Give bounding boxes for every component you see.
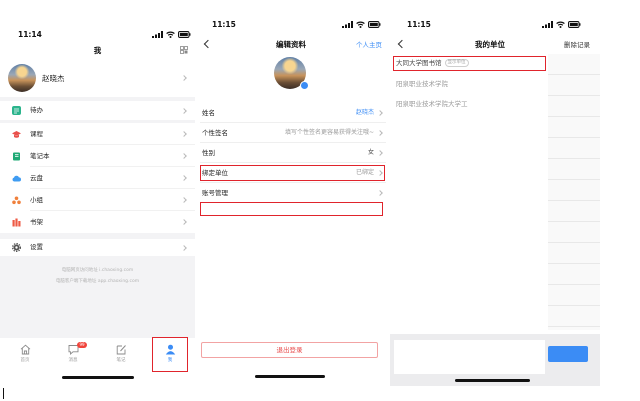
- status-icons: [152, 31, 191, 38]
- graduation-cap-icon: [12, 130, 21, 138]
- cloud-icon: [12, 175, 21, 181]
- chevron-right-icon: [181, 197, 187, 203]
- menu-item-label: 云盘: [30, 174, 43, 182]
- input-area[interactable]: [394, 340, 545, 374]
- status-time: 11:15: [407, 20, 431, 29]
- menu-item-label: 小组: [30, 196, 43, 204]
- bookshelf-icon: [12, 218, 21, 226]
- menu-item-cloud-drive[interactable]: 云盘: [0, 167, 195, 189]
- highlight-box: [200, 165, 385, 181]
- chevron-right-icon: [181, 107, 187, 114]
- row-label: 账号管理: [202, 189, 228, 197]
- menu-item-bookshelf[interactable]: 书架: [0, 211, 195, 233]
- unit-name: 阳泉职业技术学院: [396, 80, 448, 88]
- highlight-box: [393, 56, 546, 71]
- menu-item-group[interactable]: 小组: [0, 189, 195, 211]
- footer-area: 电脑网页访问地址 i.chaoxing.com 电脑客户端下载地址 app.ch…: [0, 256, 195, 338]
- menu-item-settings[interactable]: 设置: [0, 239, 195, 256]
- web-address-text: 电脑网页访问地址 i.chaoxing.com: [61, 268, 134, 273]
- tab-notes[interactable]: 笔记: [101, 340, 141, 372]
- gear-icon: [12, 243, 21, 252]
- menu-item-label: 课程: [30, 130, 43, 138]
- chevron-right-icon: [181, 75, 187, 81]
- chevron-right-icon: [377, 130, 383, 136]
- row-label: 姓名: [202, 109, 215, 117]
- unit-item[interactable]: 阳泉职业技术学院大学工: [393, 95, 546, 114]
- battery-icon: [178, 31, 191, 38]
- chevron-right-icon: [181, 219, 187, 225]
- delete-records-button[interactable]: 删除记录: [564, 39, 590, 49]
- chevron-right-icon: [181, 153, 187, 159]
- signal-icon: [542, 21, 553, 28]
- edit-profile-screen: 11:15 编辑资料 个人主页 姓名 赵晓杰 个性签名 填写个性签名更容易获得关…: [196, 0, 390, 392]
- chevron-right-icon: [377, 150, 383, 156]
- menu-item-label: 设置: [30, 243, 43, 251]
- signal-icon: [152, 31, 163, 38]
- profile-name: 赵晓杰: [42, 74, 65, 83]
- signal-icon: [342, 21, 353, 28]
- me-screen: 11:14 我 赵晓杰 待办 课程 笔记本 云盘 小组 书架 设置 电脑网页访问…: [0, 0, 195, 392]
- chevron-right-icon: [181, 244, 187, 251]
- notebook-icon: [13, 152, 20, 160]
- unit-item[interactable]: 阳泉职业技术学院: [393, 75, 546, 94]
- tab-label: 消息: [68, 358, 78, 363]
- home-icon: [20, 344, 30, 355]
- home-indicator: [455, 379, 530, 382]
- logout-button[interactable]: 退出登录: [201, 342, 378, 358]
- status-icons: [542, 21, 581, 28]
- status-time: 11:15: [212, 20, 236, 29]
- home-indicator: [62, 376, 134, 379]
- row-gender[interactable]: 性别 女: [200, 143, 386, 163]
- row-signature[interactable]: 个性签名 填写个性签名更容易获得关注哦~: [200, 123, 386, 143]
- page-title: 我: [93, 46, 102, 55]
- profile-row[interactable]: 赵晓杰: [0, 60, 195, 97]
- confirm-button[interactable]: [548, 346, 588, 362]
- home-indicator: [255, 375, 325, 378]
- tab-label: 首页: [20, 358, 30, 363]
- group-icon: [12, 196, 21, 204]
- row-label: 性别: [202, 149, 215, 157]
- chevron-right-icon: [181, 175, 187, 181]
- unit-name: 阳泉职业技术学院大学工: [396, 100, 468, 108]
- highlight-box: [152, 337, 188, 372]
- note-edit-icon: [116, 345, 126, 355]
- wifi-icon: [166, 31, 175, 38]
- status-time: 11:14: [18, 30, 42, 39]
- menu-item-label: 待办: [30, 106, 43, 114]
- qr-grid-icon[interactable]: [180, 46, 188, 54]
- chevron-right-icon: [377, 190, 383, 196]
- row-label: 个性签名: [202, 129, 228, 137]
- page-title: 我的单位: [475, 40, 505, 49]
- battery-icon: [368, 21, 381, 28]
- battery-icon: [568, 21, 581, 28]
- text-cursor: [3, 388, 4, 399]
- menu-item-label: 笔记本: [30, 152, 50, 160]
- unread-badge: 99: [77, 342, 87, 348]
- highlight-box: [200, 202, 383, 216]
- wifi-icon: [556, 21, 565, 28]
- chevron-right-icon: [181, 131, 187, 137]
- menu-item-notebook[interactable]: 笔记本: [0, 145, 195, 167]
- tab-messages[interactable]: 99 消息: [53, 340, 93, 372]
- client-download-text: 电脑客户端下载地址 app.chaoxing.com: [55, 279, 140, 284]
- tab-home[interactable]: 首页: [5, 340, 45, 372]
- menu-item-label: 书架: [30, 218, 43, 226]
- homepage-link[interactable]: 个人主页: [356, 39, 382, 49]
- row-value: 赵晓杰: [355, 109, 374, 116]
- wifi-icon: [356, 21, 365, 28]
- menu-item-todo[interactable]: 待办: [0, 101, 195, 120]
- tab-label: 笔记: [116, 358, 126, 363]
- todo-icon: [12, 106, 21, 115]
- chevron-right-icon: [377, 110, 383, 116]
- row-value: 女: [367, 149, 374, 156]
- menu-item-course[interactable]: 课程: [0, 123, 195, 145]
- row-account-management[interactable]: 账号管理: [200, 183, 386, 203]
- row-value: 填写个性签名更容易获得关注哦~: [284, 129, 374, 136]
- list-background: [548, 54, 600, 330]
- my-units-screen: 11:15 我的单位 删除记录 大同大学图书馆 显示单位 阳泉职业技术学院 阳泉职…: [390, 0, 600, 392]
- avatar: [8, 64, 36, 92]
- camera-badge-icon[interactable]: [300, 81, 309, 90]
- status-icons: [342, 21, 381, 28]
- row-name[interactable]: 姓名 赵晓杰: [200, 103, 386, 123]
